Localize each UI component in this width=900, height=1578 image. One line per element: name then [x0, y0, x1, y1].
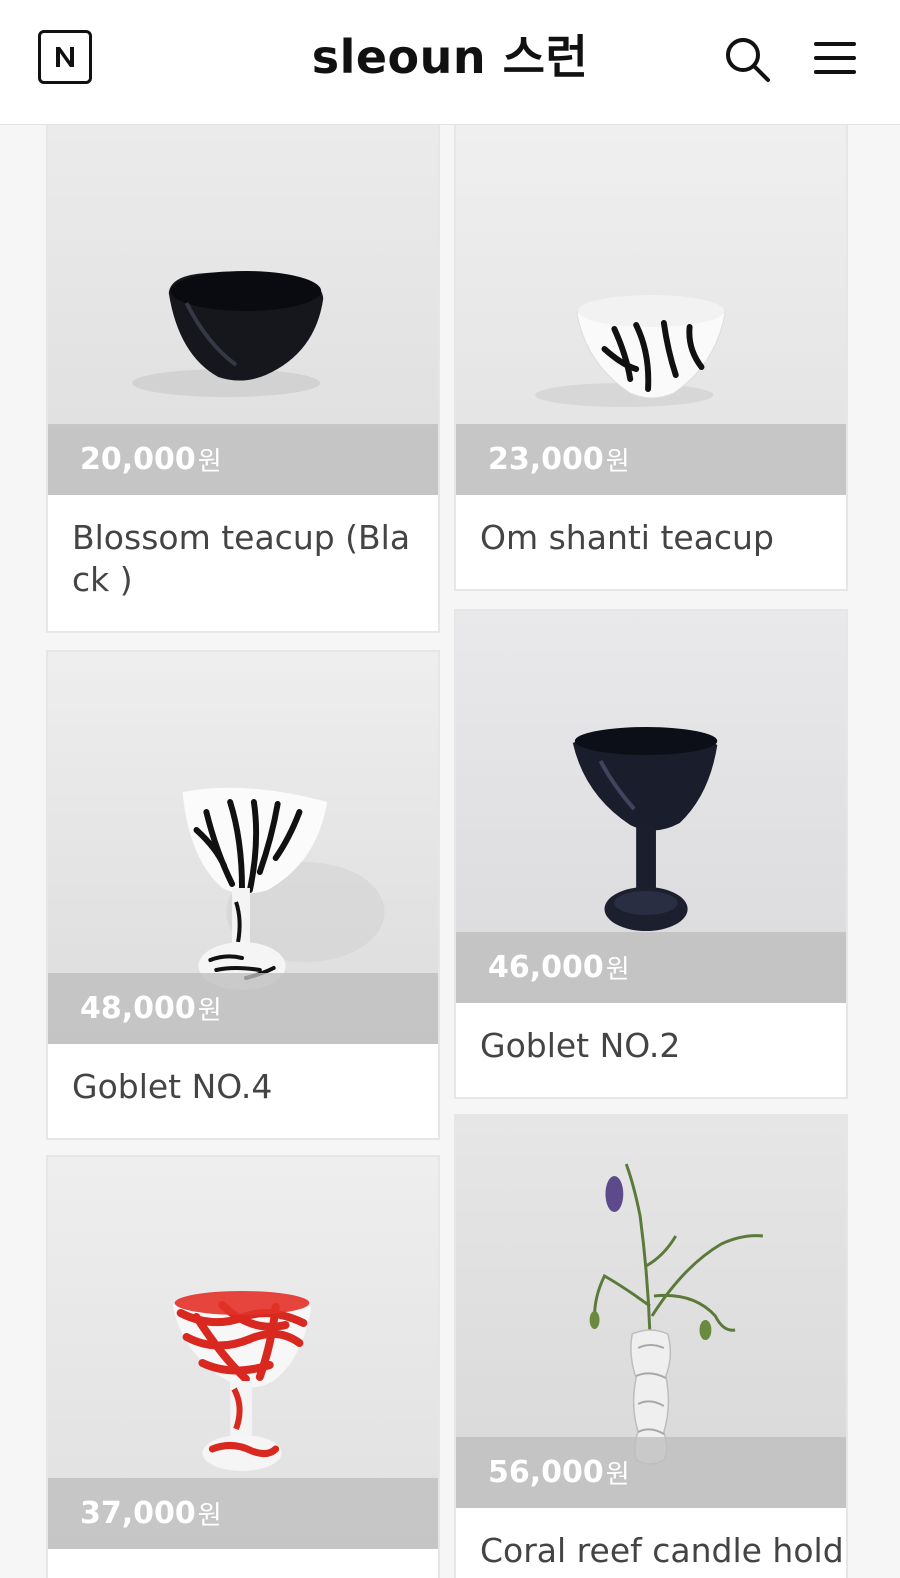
- price-unit: 원: [197, 1501, 222, 1531]
- price-value: 23,000: [488, 442, 604, 477]
- product-name[interactable]: Goblet NO.4: [48, 1044, 438, 1138]
- product-photo[interactable]: 48,000 원: [48, 652, 438, 1044]
- price-unit: 원: [605, 447, 630, 477]
- product-name[interactable]: Goblet NO.2: [456, 1003, 846, 1097]
- price-unit: 원: [197, 996, 222, 1026]
- product-card-coral-reef-candle-holder[interactable]: 56,000 원 Coral reef candle hold: [454, 1114, 848, 1578]
- product-card-blossom-teacup[interactable]: 20,000 원 Blossom teacup (Black ): [46, 101, 440, 633]
- product-photo[interactable]: 20,000 원: [48, 103, 438, 495]
- price-tag: 48,000 원: [48, 973, 438, 1044]
- product-photo[interactable]: 23,000 원: [456, 103, 846, 495]
- price-tag: 37,000 원: [48, 1478, 438, 1549]
- product-grid: 20,000 원 Blossom teacup (Black ) 23,000 …: [0, 0, 900, 1578]
- product-photo[interactable]: 56,000 원: [456, 1116, 846, 1508]
- price-tag: 20,000 원: [48, 424, 438, 495]
- price-value: 20,000: [80, 442, 196, 477]
- price-value: 37,000: [80, 1496, 196, 1531]
- price-value: 48,000: [80, 991, 196, 1026]
- search-icon[interactable]: [722, 34, 772, 84]
- price-tag: 23,000 원: [456, 424, 846, 495]
- product-card-goblet-no4[interactable]: 48,000 원 Goblet NO.4: [46, 650, 440, 1140]
- price-value: 46,000: [488, 950, 604, 985]
- product-name[interactable]: Om shanti teacup: [456, 495, 846, 589]
- product-photo[interactable]: 37,000 원: [48, 1157, 438, 1549]
- price-unit: 원: [605, 1460, 630, 1490]
- product-photo[interactable]: 46,000 원: [456, 611, 846, 1003]
- product-name[interactable]: Blossom teacup (Black ): [48, 495, 438, 631]
- hamburger-menu-icon[interactable]: [812, 36, 858, 80]
- price-tag: 56,000 원: [456, 1437, 846, 1508]
- product-name[interactable]: Coral reef candle hold: [456, 1508, 846, 1578]
- product-card-red-goblet[interactable]: 37,000 원: [46, 1155, 440, 1578]
- price-unit: 원: [605, 955, 630, 985]
- price-tag: 46,000 원: [456, 932, 846, 1003]
- product-name[interactable]: [48, 1549, 438, 1578]
- product-card-om-shanti-teacup[interactable]: 23,000 원 Om shanti teacup: [454, 101, 848, 591]
- product-card-goblet-no2[interactable]: 46,000 원 Goblet NO.2: [454, 609, 848, 1099]
- top-navigation-bar: sleoun 스런: [0, 0, 900, 125]
- price-value: 56,000: [488, 1455, 604, 1490]
- price-unit: 원: [197, 447, 222, 477]
